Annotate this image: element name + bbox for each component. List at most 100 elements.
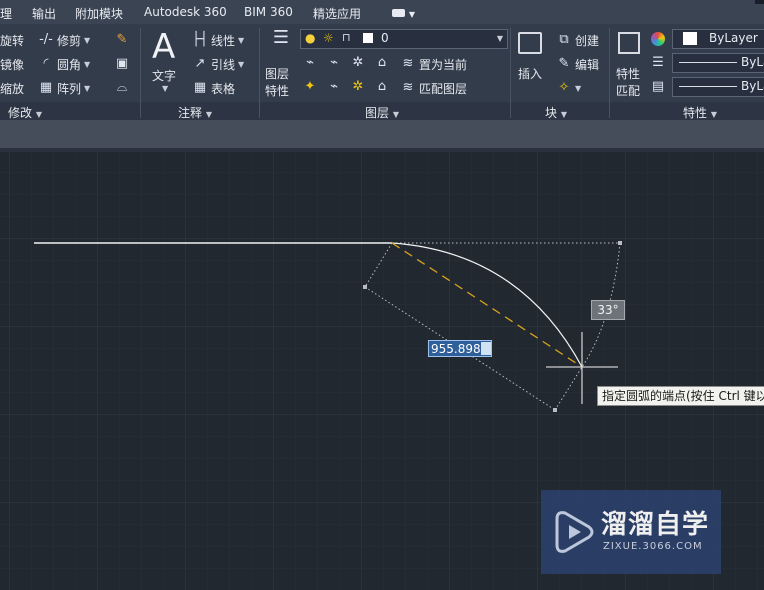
menu-autodesk-360[interactable]: Autodesk 360 [144,5,227,19]
offset-button[interactable]: ⌓ [114,79,130,97]
menu-addons[interactable]: 附加模块 [75,5,123,22]
chevron-down-icon: ▼ [84,59,91,69]
trim-icon: -/- [39,32,53,47]
grip-point[interactable] [553,408,557,412]
panel-layers-label: 图层 [365,106,390,120]
linear-dim-button[interactable]: ├┤ 线性 ▼ [192,31,244,49]
match-properties-icon [618,32,640,54]
block-attributes-button[interactable]: ✧ ▼ [556,79,582,97]
set-current-button[interactable]: ≋ 置为当前 [400,55,467,73]
watermark-subtitle: ZIXUE.3066.COM [603,541,703,552]
leader-label: 引线 [211,57,236,72]
create-block-icon: ⧉ [559,32,569,47]
scale-label: 缩放 [0,81,25,96]
mirror-button[interactable]: 镜像 [0,55,24,73]
color-value: ByLayer [709,31,758,45]
linetype-icon[interactable]: ☰ [650,55,666,71]
grip-point[interactable] [618,241,622,245]
panel-layers-title[interactable]: 图层 ▼ [365,104,399,121]
layer-properties-label-2: 特性 [265,84,290,98]
lineweight-icon[interactable]: ▤ [650,79,666,95]
set-current-icon: ≋ [402,56,414,71]
layer-tool-row-1: ⌁ ⌁ ✲ ⌂ [302,55,398,73]
layer-off-icon[interactable]: ⌁ [302,55,318,71]
layer-properties-label-1: 图层 [265,67,290,81]
array-label: 阵列 [57,81,82,96]
layer-unlock-icon[interactable]: ⌂ [374,79,390,95]
color-swatch-icon [683,32,697,45]
menu-featured-apps[interactable]: 精选应用 [313,5,361,22]
rotate-label: 旋转 [0,33,25,48]
match-layer-label: 匹配图层 [419,81,468,96]
menu-output[interactable]: 输出 [32,5,56,22]
layer-on-icon[interactable]: ✦ [302,79,318,95]
menu-manage[interactable]: 理 [0,5,12,22]
text-button[interactable]: A 文字 ▼ [148,28,184,98]
angle-dynamic-input[interactable]: 33° [591,300,625,320]
linetype-dropdown[interactable]: ByLa [672,53,764,73]
array-button[interactable]: ▦ 阵列 ▼ [38,79,90,97]
scale-button[interactable]: 缩放 [0,79,24,97]
insert-button[interactable]: 插入 [514,28,548,98]
layer-tool-row-2: ✦ ⌁ ✲ ⌂ [302,79,398,97]
layer-unisolate-icon[interactable]: ⌁ [326,79,342,95]
watermark: 溜溜自学 ZIXUE.3066.COM [541,490,721,574]
fillet-label: 圆角 [57,57,82,72]
panel-annotation-title[interactable]: 注释 ▼ [178,104,212,121]
layer-dropdown[interactable]: ● ☼ ⊓ 0 ▼ [300,29,508,49]
layer-isolate-icon[interactable]: ⌁ [326,55,342,71]
panel-divider [259,28,260,118]
grip-point[interactable] [363,285,367,289]
edit-block-button[interactable]: ✎ 编辑 [556,55,599,73]
lineweight-dropdown[interactable]: ByLa [672,77,764,97]
offset-icon: ⌓ [116,80,128,95]
panel-modify-title[interactable]: 修改 ▼ [8,104,42,121]
create-label: 创建 [575,33,600,48]
tab-strip [0,120,764,148]
chevron-down-icon: ▼ [205,110,212,119]
panel-block-title[interactable]: 块 ▼ [545,104,567,121]
chevron-down-icon: ▼ [35,110,42,119]
panel-divider [140,28,141,118]
attribute-icon: ✧ [558,80,570,95]
table-button[interactable]: ▦ 表格 [192,79,235,97]
layer-thaw-icon[interactable]: ✲ [350,79,366,95]
linear-dimension-icon: ├┤ [192,32,208,47]
layer-freeze-icon[interactable]: ✲ [350,55,366,71]
length-dynamic-input[interactable]: 955.8986 [428,340,492,357]
fillet-button[interactable]: ◜ 圆角 ▼ [38,55,90,73]
panel-divider [510,28,511,118]
length-value: 955.8986 [431,342,489,356]
chevron-down-icon: ▼ [710,110,717,119]
match-layer-icon: ≋ [402,80,414,95]
copy-button[interactable]: ▣ [114,55,130,73]
input-cursor [481,342,491,355]
erase-button[interactable]: ✎ [114,31,130,49]
color-wheel-icon[interactable] [651,32,665,46]
create-block-button[interactable]: ⧉ 创建 [556,31,599,49]
layer-properties-button[interactable]: ☰ 图层 特性 [263,28,297,99]
chevron-down-icon: ▼ [162,84,169,93]
match-layer-button[interactable]: ≋ 匹配图层 [400,79,467,97]
mirror-label: 镜像 [0,57,25,72]
menu-bim-360[interactable]: BIM 360 [244,5,293,19]
table-label: 表格 [211,81,236,96]
layer-lock-icon[interactable]: ⌂ [374,55,390,71]
rotate-button[interactable]: 旋转 [0,31,24,49]
copy-icon: ▣ [115,56,129,71]
ribbon: 旋转 -/- 修剪 ▼ ✎ 镜像 ◜ 圆角 ▼ ▣ 缩放 ▦ 阵列 ▼ ⌓ 修改… [0,24,764,120]
chevron-down-icon: ▼ [560,110,567,119]
leader-button[interactable]: ↗ 引线 ▼ [192,55,245,73]
table-icon: ▦ [193,80,207,95]
trim-button[interactable]: -/- 修剪 ▼ [38,31,90,49]
video-icon [392,9,405,17]
color-dropdown[interactable]: ByLayer [672,29,764,49]
chevron-down-icon: ▼ [408,10,415,19]
workspace-toggle[interactable]: ▼ [392,6,415,20]
linear-label: 线性 [211,33,236,48]
panel-properties-title[interactable]: 特性 ▼ [683,104,717,121]
match-properties-button[interactable]: 特性 匹配 [612,28,646,98]
chevron-down-icon: ▼ [392,110,399,119]
lineweight-value: ByLa [741,79,764,93]
chevron-down-icon: ▼ [238,59,245,69]
